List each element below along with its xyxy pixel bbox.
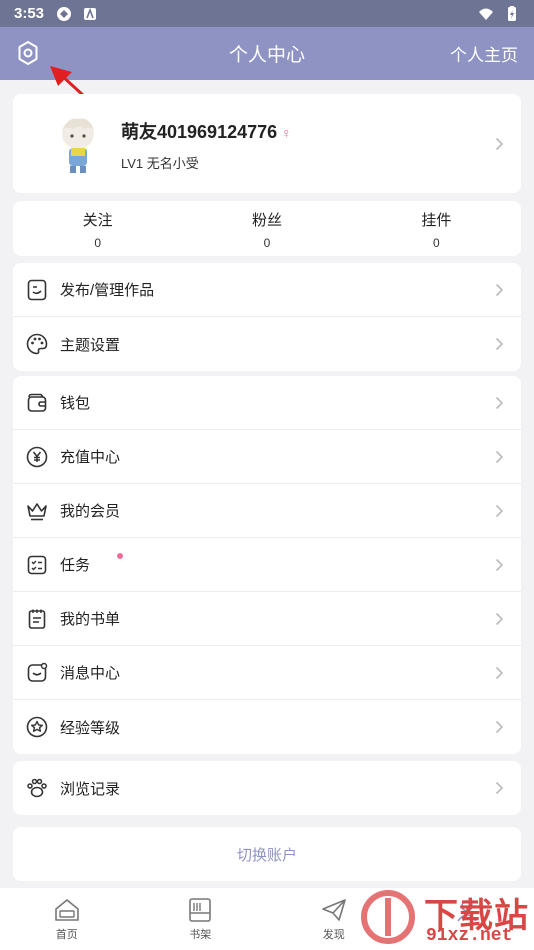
username: 萌友401969124776	[121, 122, 278, 142]
switch-account-button[interactable]: 切换账户	[13, 827, 521, 881]
chevron-right-icon	[495, 781, 504, 795]
wifi-icon	[478, 6, 494, 22]
chevron-right-icon	[495, 337, 504, 351]
menu-label: 浏览记录	[60, 780, 121, 798]
avatar[interactable]	[49, 112, 107, 174]
paper-plane-icon	[321, 899, 346, 921]
chevron-right-icon	[495, 137, 504, 151]
menu-label: 钱包	[60, 395, 91, 412]
stat-value: 0	[432, 236, 440, 250]
profile-card[interactable]: 萌友401969124776 ♀ LV1 无名小受	[13, 94, 521, 193]
settings-gear-icon[interactable]	[14, 39, 42, 67]
chevron-right-icon	[495, 558, 504, 572]
document-icon	[27, 279, 47, 300]
menu-label: 主题设置	[60, 336, 121, 354]
home-icon	[54, 899, 79, 921]
menu-item-browse-history[interactable]: 浏览记录	[13, 761, 521, 815]
personal-homepage-link[interactable]: 个人主页	[450, 41, 518, 66]
chevron-right-icon	[495, 396, 504, 410]
menu-item-message-center[interactable]: 消息中心	[13, 646, 521, 700]
menu-item-my-booklist[interactable]: 我的书单	[13, 592, 521, 646]
battery-icon	[504, 5, 520, 22]
wallet-icon	[27, 393, 47, 412]
menu-label: 经验等级	[60, 719, 121, 737]
palette-icon	[26, 333, 48, 355]
watermark-url: 91xz.net	[426, 926, 513, 946]
menu-item-theme-settings[interactable]: 主题设置	[13, 317, 521, 371]
profile-level: LV1 无名小受	[121, 156, 199, 171]
chevron-right-icon	[495, 283, 504, 297]
profile-name: 萌友401969124776 ♀	[121, 118, 292, 144]
menu-label: 发布/管理作品	[60, 282, 155, 299]
tab-label: 书架	[189, 929, 212, 941]
booklist-icon	[28, 609, 46, 629]
menu-group-history: 浏览记录	[13, 761, 521, 815]
stat-value: 0	[263, 236, 271, 250]
menu-label: 消息中心	[60, 665, 121, 682]
gender-female-icon: ♀	[281, 125, 292, 141]
stat-follow[interactable]: 关注 0	[13, 201, 182, 256]
menu-item-publish-works[interactable]: 发布/管理作品	[13, 263, 521, 317]
notification-dot	[117, 553, 123, 559]
menu-label: 充值中心	[60, 449, 121, 466]
stat-value: 0	[94, 236, 101, 250]
chevron-right-icon	[495, 666, 504, 680]
status-bar: 3:53	[0, 0, 534, 27]
menu-label: 任务	[60, 557, 91, 574]
chevron-right-icon	[495, 504, 504, 518]
site-watermark: 下载站 91xz.net	[358, 886, 530, 948]
crown-icon	[27, 502, 47, 520]
checklist-icon	[27, 555, 47, 574]
tab-home[interactable]: 首页	[0, 888, 134, 950]
menu-label: 我的书单	[60, 611, 121, 628]
menu-item-experience-level[interactable]: 经验等级	[13, 700, 521, 754]
chevron-right-icon	[495, 450, 504, 464]
chevron-right-icon	[495, 720, 504, 734]
menu-label: 我的会员	[60, 503, 121, 520]
yen-icon	[26, 446, 48, 467]
stat-label: 关注	[82, 212, 113, 229]
menu-item-recharge-center[interactable]: 充值中心	[13, 430, 521, 484]
chevron-right-icon	[495, 612, 504, 626]
menu-item-wallet[interactable]: 钱包	[13, 376, 521, 430]
tab-label: 首页	[55, 929, 78, 941]
bookshelf-icon	[189, 898, 212, 922]
notification-a-icon	[82, 6, 98, 22]
star-badge-icon	[26, 716, 48, 738]
status-time: 3:53	[14, 5, 45, 22]
message-icon	[27, 662, 48, 682]
stat-label: 粉丝	[251, 212, 282, 229]
stat-label: 挂件	[421, 212, 452, 229]
paw-icon	[27, 778, 47, 798]
stat-pendants[interactable]: 挂件 0	[352, 201, 521, 256]
tab-bookshelf[interactable]: 书架	[134, 888, 268, 950]
menu-item-my-membership[interactable]: 我的会员	[13, 484, 521, 538]
watermark-logo	[361, 890, 415, 944]
stat-fans[interactable]: 粉丝 0	[182, 201, 351, 256]
stats-card: 关注 0 粉丝 0 挂件 0	[13, 201, 521, 256]
menu-group-works: 发布/管理作品 主题设置	[13, 263, 521, 371]
app-notification-icon	[56, 6, 72, 22]
menu-group-account: 钱包 充值中心 我的会员 任务 我的书单 消息中心 经验等级	[13, 376, 521, 754]
menu-item-tasks[interactable]: 任务	[13, 538, 521, 592]
